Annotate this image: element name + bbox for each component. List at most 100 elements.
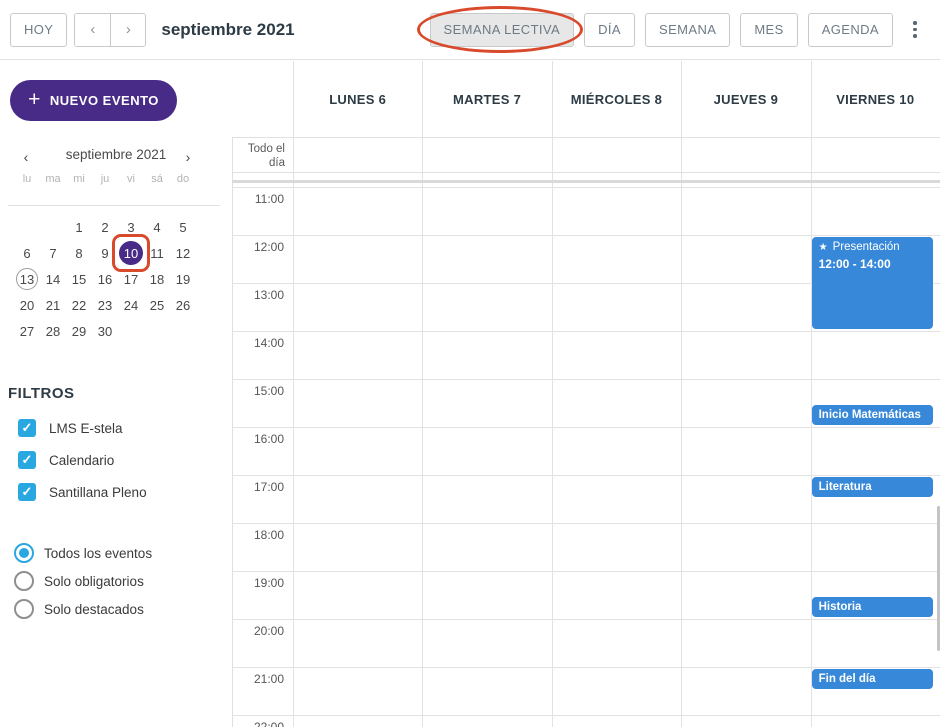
day-column-2[interactable]: [552, 183, 681, 727]
mini-calendar-day-29[interactable]: 29: [66, 318, 92, 344]
filter-radio-solo-destacados[interactable]: Solo destacados: [14, 599, 144, 619]
event-title: Presentación: [833, 240, 900, 255]
filter-checkbox-lms-e-stela[interactable]: ✓LMS E-stela: [18, 418, 123, 438]
day-number: 10: [119, 241, 143, 265]
filter-radio-todos-los-eventos[interactable]: Todos los eventos: [14, 543, 152, 563]
mini-calendar-day-21[interactable]: 21: [40, 292, 66, 318]
mini-calendar-day-19[interactable]: 19: [170, 266, 196, 292]
prev-button[interactable]: ‹: [75, 14, 110, 46]
event-presentacion[interactable]: ★Presentación12:00 - 14:00: [812, 237, 933, 329]
mini-calendar-divider: [8, 205, 220, 206]
filter-radio-solo-obligatorios[interactable]: Solo obligatorios: [14, 571, 144, 591]
mini-calendar-header: ‹ septiembre 2021 ›: [0, 147, 232, 169]
mini-calendar-day-12[interactable]: 12: [170, 240, 196, 266]
day-column-0[interactable]: [293, 183, 422, 727]
event-historia[interactable]: Historia: [812, 597, 933, 617]
view-button-semana-lectiva[interactable]: SEMANA LECTIVA: [430, 13, 575, 47]
mini-calendar-empty-cell: [14, 214, 40, 240]
view-button-dia[interactable]: DÍA: [584, 13, 635, 47]
mini-calendar-day-7[interactable]: 7: [40, 240, 66, 266]
day-column-4[interactable]: ★Presentación12:00 - 14:00Inicio Matemát…: [811, 183, 940, 727]
mini-calendar-day-30[interactable]: 30: [92, 318, 118, 344]
star-icon: ★: [819, 241, 828, 254]
event-fin-del-dia[interactable]: Fin del día: [812, 669, 933, 689]
new-event-button[interactable]: + NUEVO EVENTO: [10, 80, 177, 121]
plus-icon: +: [28, 89, 41, 110]
day-number: 22: [67, 293, 91, 317]
mini-calendar-day-20[interactable]: 20: [14, 292, 40, 318]
day-number: 26: [171, 293, 195, 317]
view-button-semana[interactable]: SEMANA: [645, 13, 730, 47]
view-button-wrap-dia: DÍA: [584, 13, 635, 47]
mini-calendar-day-13[interactable]: 13: [14, 266, 40, 292]
more-options-button[interactable]: [904, 13, 926, 47]
view-button-agenda[interactable]: AGENDA: [808, 13, 893, 47]
mini-calendar-day-2[interactable]: 2: [92, 214, 118, 240]
mini-calendar-weekday: sá: [144, 173, 170, 185]
event-title: Literatura: [819, 480, 872, 495]
day-number: [41, 215, 65, 239]
mini-calendar-day-3[interactable]: 3: [118, 214, 144, 240]
mini-calendar-day-22[interactable]: 22: [66, 292, 92, 318]
view-button-wrap-semana: SEMANA: [645, 13, 730, 47]
mini-calendar-grid: 1234567891011121314151617181920212223242…: [14, 214, 196, 344]
event-literatura[interactable]: Literatura: [812, 477, 933, 497]
mini-calendar-day-9[interactable]: 9: [92, 240, 118, 266]
mini-calendar-day-1[interactable]: 1: [66, 214, 92, 240]
day-header-lunes-6: LUNES 6: [293, 61, 422, 138]
hour-label-1200: 12:00: [232, 240, 293, 254]
day-number: 30: [93, 319, 117, 343]
event-title: Historia: [819, 600, 862, 615]
day-number: 2: [93, 215, 117, 239]
mini-calendar-day-26[interactable]: 26: [170, 292, 196, 318]
mini-calendar-day-18[interactable]: 18: [144, 266, 170, 292]
mini-calendar-weekday: ma: [40, 173, 66, 185]
day-number: 19: [171, 267, 195, 291]
day-number: 11: [145, 241, 169, 265]
toolbar: HOY ‹ › septiembre 2021 SEMANA LECTIVA DÍ…: [0, 0, 940, 60]
mini-calendar-day-11[interactable]: 11: [144, 240, 170, 266]
filter-checkbox-santillana-pleno[interactable]: ✓Santillana Pleno: [18, 482, 147, 502]
mini-calendar-day-28[interactable]: 28: [40, 318, 66, 344]
day-column-3[interactable]: [681, 183, 810, 727]
next-button[interactable]: ›: [110, 14, 145, 46]
mini-calendar-day-15[interactable]: 15: [66, 266, 92, 292]
mini-calendar-weekday: mi: [66, 173, 92, 185]
day-number: 23: [93, 293, 117, 317]
mini-calendar-day-16[interactable]: 16: [92, 266, 118, 292]
day-number: 17: [119, 267, 143, 291]
radio-label: Solo destacados: [44, 602, 144, 617]
mini-calendar-day-27[interactable]: 27: [14, 318, 40, 344]
hour-label-1900: 19:00: [232, 576, 293, 590]
event-title-line: ★ Presentación: [819, 240, 926, 255]
today-button[interactable]: HOY: [10, 13, 67, 47]
kebab-icon: [913, 21, 917, 25]
mini-calendar-day-25[interactable]: 25: [144, 292, 170, 318]
mini-calendar-next-icon[interactable]: ›: [178, 147, 198, 167]
hour-label-1700: 17:00: [232, 480, 293, 494]
radio-selected-icon: [14, 543, 34, 563]
page-title: septiembre 2021: [161, 20, 294, 40]
mini-calendar-day-4[interactable]: 4: [144, 214, 170, 240]
day-number: 25: [145, 293, 169, 317]
hour-label-2000: 20:00: [232, 624, 293, 638]
checkbox-label: Santillana Pleno: [49, 485, 147, 500]
mini-calendar-day-14[interactable]: 14: [40, 266, 66, 292]
day-header-viernes-10: VIERNES 10: [811, 61, 940, 138]
filter-checkbox-calendario[interactable]: ✓Calendario: [18, 450, 114, 470]
event-inicio-matematicas[interactable]: Inicio Matemáticas: [812, 405, 933, 425]
day-number: 13: [16, 268, 38, 290]
mini-calendar-day-23[interactable]: 23: [92, 292, 118, 318]
mini-calendar-day-8[interactable]: 8: [66, 240, 92, 266]
mini-calendar-weekday: vi: [118, 173, 144, 185]
mini-calendar-day-10[interactable]: 10: [118, 240, 144, 266]
mini-calendar-day-5[interactable]: 5: [170, 214, 196, 240]
day-column-1[interactable]: [422, 183, 551, 727]
view-button-mes[interactable]: MES: [740, 13, 797, 47]
radio-icon: [14, 599, 34, 619]
all-day-row: Todo el día: [232, 138, 940, 173]
mini-calendar-prev-icon[interactable]: ‹: [16, 147, 36, 167]
mini-calendar-day-17[interactable]: 17: [118, 266, 144, 292]
mini-calendar-day-6[interactable]: 6: [14, 240, 40, 266]
mini-calendar-day-24[interactable]: 24: [118, 292, 144, 318]
